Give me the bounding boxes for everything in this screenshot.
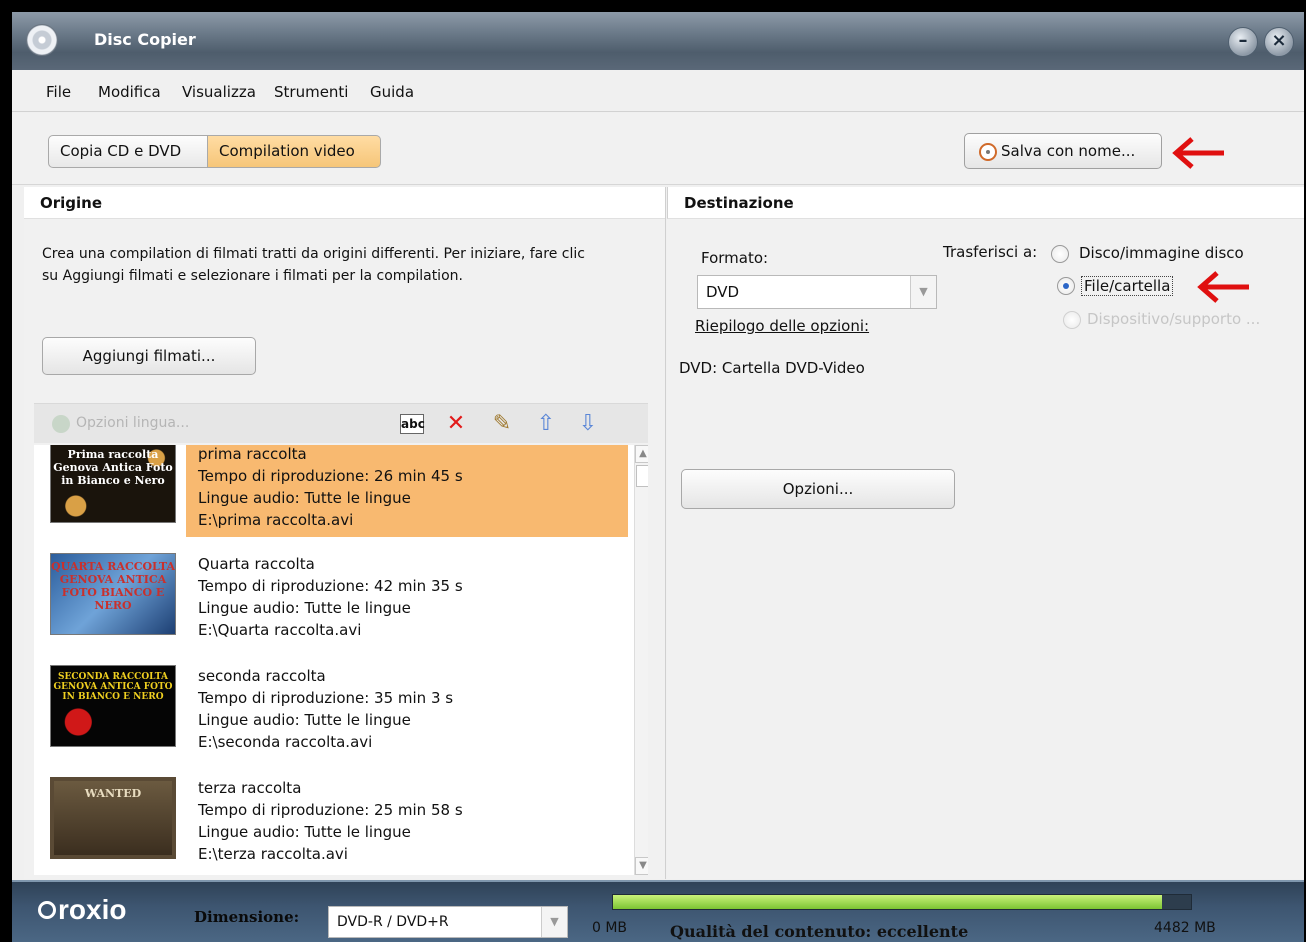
red-arrow-annotation-icon [1197,271,1249,303]
delete-icon[interactable]: ✕ [444,412,468,436]
origin-panel: Origine Crea una compilation di filmati … [24,187,666,879]
language-options-button[interactable]: Opzioni lingua... [52,415,190,433]
roxio-logo-icon [38,901,56,919]
menu-visualizza[interactable]: Visualizza [182,83,256,101]
format-value: DVD [706,283,740,301]
capacity-fill [613,895,1163,909]
origin-intro-text: Crea una compilation di filmati tratti d… [42,246,585,284]
format-select[interactable]: DVD ▼ [697,275,937,309]
tab-copia-cd-dvd[interactable]: Copia CD e DVD [48,135,208,168]
thumbnail-seconda: SECONDA RACCOLTA GENOVA ANTICA FOTO IN B… [50,665,176,747]
close-button[interactable]: × [1264,27,1294,57]
size-value: DVD-R / DVD+R [337,914,449,930]
origin-header: Origine [24,187,665,219]
minimize-button[interactable]: – [1228,27,1258,57]
edit-icon[interactable]: ✎ [490,412,514,436]
radio-device-media[interactable] [1063,311,1081,329]
globe-icon [52,415,70,433]
toolbar: Copia CD e DVD Compilation video Salva c… [12,113,1304,185]
save-as-label: Salva con nome... [1001,142,1136,160]
options-summary-link[interactable]: Riepilogo delle opzioni: [695,317,869,335]
item-duration: Tempo di riproduzione: 25 min 58 s [198,801,463,819]
radio-file-folder-label[interactable]: File/cartella [1081,276,1174,296]
menu-guida[interactable]: Guida [370,83,414,101]
roxio-logo: roxio [38,894,126,926]
options-button[interactable]: Opzioni... [681,469,955,509]
capacity-bar [612,894,1192,910]
item-title: terza raccolta [198,779,302,797]
scroll-down-icon[interactable]: ▼ [635,857,648,875]
app-window: Disc Copier – × File Modifica Visualizza… [12,12,1304,942]
list-item[interactable]: QUARTA RACCOLTA GENOVA ANTICA FOTO BIANC… [34,549,628,661]
options-summary-text: DVD: Cartella DVD-Video [679,359,865,377]
radio-disc-image[interactable] [1051,245,1069,263]
red-arrow-annotation-icon [1172,137,1224,169]
radio-file-folder[interactable] [1057,277,1075,295]
size-select[interactable]: DVD-R / DVD+R ▼ [328,906,568,938]
list-item[interactable]: SECONDA RACCOLTA GENOVA ANTICA FOTO IN B… [34,661,628,773]
capacity-min: 0 MB [592,920,628,936]
roxio-logo-text: roxio [58,894,127,925]
save-as-button[interactable]: Salva con nome... [964,133,1162,169]
item-title: seconda raccolta [198,667,326,685]
capacity-max: 4482 MB [1154,920,1216,936]
radio-device-media-label[interactable]: Dispositivo/supporto ... [1087,310,1260,328]
destination-header: Destinazione [667,187,1304,219]
item-duration: Tempo di riproduzione: 26 min 45 s [198,467,463,485]
list-scrollbar[interactable]: ▲ ▼ [634,445,648,875]
add-movies-button[interactable]: Aggiungi filmati... [42,337,256,375]
list-item[interactable]: Prima raccolta Genova Antica Foto in Bia… [34,445,628,549]
list-toolbar: Opzioni lingua... abc ✕ ✎ ⇧ ⇩ [34,403,648,443]
item-audio: Lingue audio: Tutte le lingue [198,489,411,507]
menu-modifica[interactable]: Modifica [98,83,161,101]
chevron-down-icon[interactable]: ▼ [541,907,567,937]
item-duration: Tempo di riproduzione: 42 min 35 s [198,577,463,595]
list-item[interactable]: WANTED terza raccolta Tempo di riproduzi… [34,773,628,875]
rename-icon[interactable]: abc [400,414,425,434]
menu-strumenti[interactable]: Strumenti [274,83,348,101]
thumbnail-prima: Prima raccolta Genova Antica Foto in Bia… [50,445,176,523]
movie-list[interactable]: Prima raccolta Genova Antica Foto in Bia… [34,445,648,875]
content-quality: Qualità del contenuto: eccellente [670,922,969,941]
status-bar: roxio Dimensione: DVD-R / DVD+R ▼ 0 MB 4… [12,880,1304,942]
destination-panel: Destinazione Formato: DVD ▼ Trasferisci … [667,187,1304,879]
item-audio: Lingue audio: Tutte le lingue [198,823,411,841]
title-bar: Disc Copier – × [12,12,1304,70]
disc-burn-icon [979,143,997,161]
item-title: Quarta raccolta [198,555,315,573]
transfer-to-label: Trasferisci a: [943,243,1038,261]
item-path: E:\prima raccolta.avi [198,511,354,529]
radio-disc-image-label[interactable]: Disco/immagine disco [1079,244,1244,262]
scroll-thumb[interactable] [636,465,648,487]
menu-bar: File Modifica Visualizza Strumenti Guida [12,70,1304,112]
disc-app-icon [26,24,58,56]
size-label: Dimensione: [194,908,300,926]
item-audio: Lingue audio: Tutte le lingue [198,599,411,617]
menu-file[interactable]: File [46,83,71,101]
item-duration: Tempo di riproduzione: 35 min 3 s [198,689,454,707]
item-audio: Lingue audio: Tutte le lingue [198,711,411,729]
item-title: prima raccolta [198,445,307,463]
item-path: E:\terza raccolta.avi [198,845,348,863]
move-down-icon[interactable]: ⇩ [576,412,600,436]
tab-compilation-video[interactable]: Compilation video [208,135,381,168]
scroll-up-icon[interactable]: ▲ [635,445,648,463]
window-title: Disc Copier [94,30,196,49]
format-label: Formato: [701,249,769,267]
chevron-down-icon[interactable]: ▼ [910,276,936,308]
language-options-label: Opzioni lingua... [76,415,190,431]
thumbnail-quarta: QUARTA RACCOLTA GENOVA ANTICA FOTO BIANC… [50,553,176,635]
thumbnail-terza: WANTED [50,777,176,859]
item-path: E:\seconda raccolta.avi [198,733,373,751]
item-path: E:\Quarta raccolta.avi [198,621,362,639]
move-up-icon[interactable]: ⇧ [534,412,558,436]
